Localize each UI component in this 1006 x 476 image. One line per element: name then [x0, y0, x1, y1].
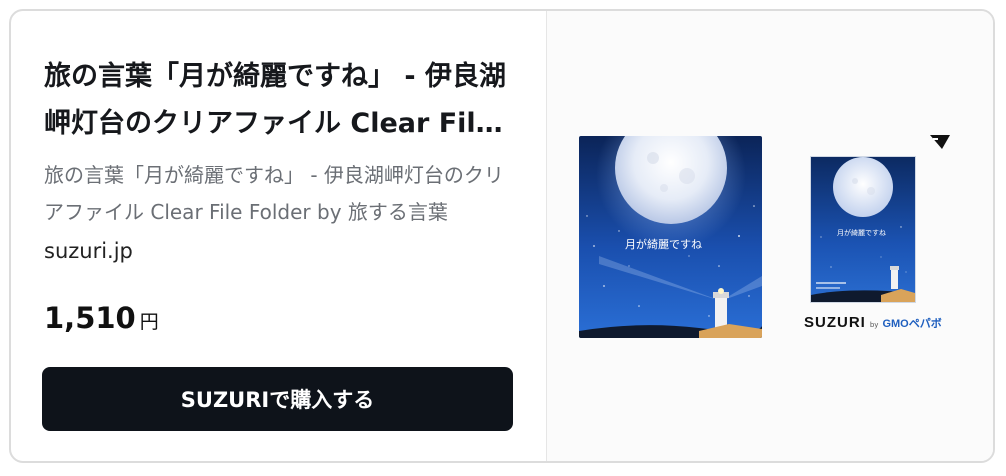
- folder-tab-icon: [930, 135, 950, 149]
- price-currency: 円: [139, 311, 159, 333]
- clear-file-front-image: 月が綺麗ですね: [579, 136, 762, 338]
- site-domain: suzuri.jp: [44, 239, 133, 263]
- price: 1,510 円: [44, 301, 159, 335]
- price-value: 1,510: [44, 301, 136, 335]
- card-info: 旅の言葉「月が綺麗ですね」 - 伊良湖岬灯台のクリアファイル Clear Fil…: [11, 11, 546, 461]
- product-title[interactable]: 旅の言葉「月が綺麗ですね」 - 伊良湖岬灯台のクリアファイル Clear Fil…: [44, 53, 514, 147]
- suzuri-logo: SUZURI: [804, 314, 866, 331]
- product-image[interactable]: 月が綺麗ですね 月が綺麗ですね SUZURI by GMOペパボ: [547, 11, 993, 461]
- folder-caption-small: 月が綺麗ですね: [837, 228, 886, 237]
- folder-caption: 月が綺麗ですね: [625, 237, 702, 251]
- brand-by: by: [869, 321, 879, 329]
- buy-on-suzuri-button[interactable]: SUZURIで購入する: [42, 367, 513, 431]
- product-description: 旅の言葉「月が綺麗ですね」 - 伊良湖岬灯台のクリアファイル Clear Fil…: [44, 163, 504, 224]
- brand-logo: SUZURI by GMOペパボ: [804, 314, 942, 331]
- link-preview-card[interactable]: 旅の言葉「月が綺麗ですね」 - 伊良湖岬灯台のクリアファイル Clear Fil…: [9, 9, 995, 463]
- clear-file-back-image: 月が綺麗ですね: [810, 156, 916, 303]
- gmo-pepabo-logo: GMOペパボ: [882, 318, 942, 330]
